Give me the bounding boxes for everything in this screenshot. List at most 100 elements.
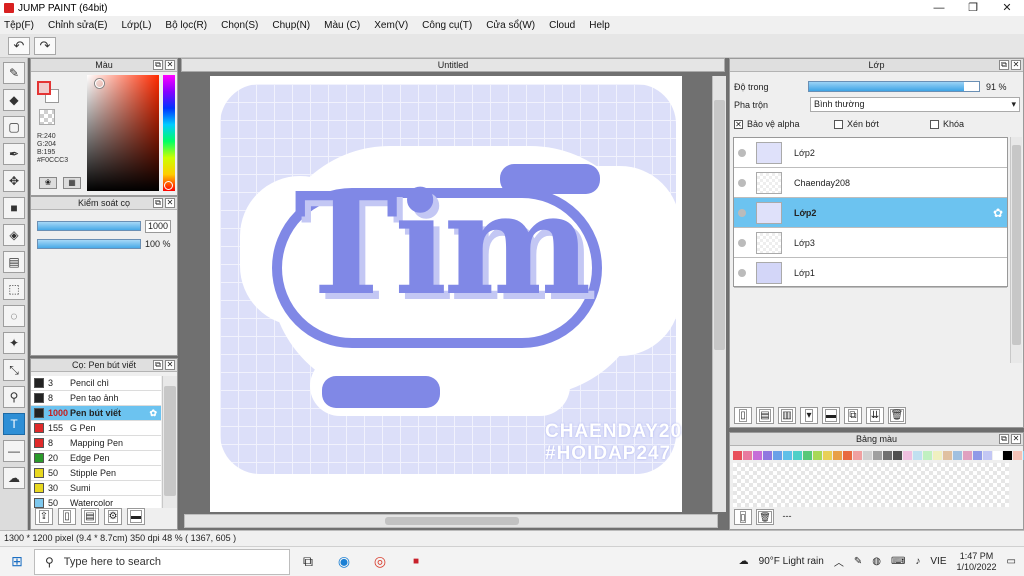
- keyboard-icon[interactable]: ⌨: [891, 556, 905, 567]
- hue-cursor[interactable]: [164, 181, 173, 190]
- layer-visibility-icon[interactable]: [738, 208, 746, 217]
- menu-color[interactable]: Màu (C): [324, 20, 360, 31]
- move-tool[interactable]: ✥: [3, 170, 25, 192]
- brush-item[interactable]: 50 Watercolor: [31, 496, 161, 508]
- brush-settings-icon[interactable]: ✿: [149, 408, 157, 419]
- edge-browser-icon[interactable]: ◉: [326, 548, 362, 576]
- bucket-tool[interactable]: ◈: [3, 224, 25, 246]
- layer-visibility-icon[interactable]: [738, 148, 746, 157]
- new-layer-button[interactable]: ▯: [734, 407, 752, 424]
- brush-opacity-slider[interactable]: [37, 239, 141, 249]
- menu-layer[interactable]: Lớp(L): [122, 20, 152, 31]
- brush-item[interactable]: 30 Sumi: [31, 481, 161, 496]
- brush-settings-button[interactable]: ⚙: [104, 508, 122, 525]
- foreground-color-swatch[interactable]: [37, 81, 51, 95]
- palette-swatch[interactable]: [993, 451, 1002, 460]
- palette-add-button[interactable]: ▯: [734, 509, 752, 525]
- layer-visibility-icon[interactable]: [738, 268, 746, 277]
- menu-file[interactable]: Tệp(F): [4, 20, 34, 31]
- color-set-button[interactable]: ▦: [63, 177, 81, 189]
- layer-visibility-icon[interactable]: [738, 238, 746, 247]
- windows-start-icon[interactable]: ⊞: [0, 553, 34, 570]
- palette-swatch[interactable]: [973, 451, 982, 460]
- layer-row[interactable]: Lớp2 ✿: [734, 198, 1007, 228]
- palette-swatch[interactable]: [1003, 451, 1012, 460]
- lasso-tool[interactable]: ◌: [3, 305, 25, 327]
- palette-swatch[interactable]: [773, 451, 782, 460]
- task-view-icon[interactable]: ⧉: [290, 548, 326, 576]
- panel-close-icon[interactable]: ✕: [1011, 434, 1021, 444]
- volume-icon[interactable]: ♪: [915, 556, 920, 567]
- pen-tray-icon[interactable]: ✎: [854, 556, 862, 567]
- palette-swatch[interactable]: [783, 451, 792, 460]
- blend-mode-select[interactable]: Bình thường ▾: [810, 97, 1020, 112]
- taskbar-search[interactable]: ⚲ Type here to search: [34, 548, 290, 575]
- color-picker-cursor[interactable]: [95, 79, 104, 88]
- close-button[interactable]: ✕: [990, 0, 1024, 16]
- menu-view[interactable]: Xem(V): [374, 20, 408, 31]
- canvas-horizontal-scrollbar[interactable]: [184, 514, 718, 528]
- menu-capture[interactable]: Chụp(N): [272, 20, 310, 31]
- menu-edit[interactable]: Chỉnh sửa(E): [48, 20, 108, 31]
- tray-chevron-up-icon[interactable]: ︿: [834, 554, 844, 569]
- taskbar-clock[interactable]: 1:47 PM 1/10/2022: [957, 551, 997, 573]
- palette-swatch[interactable]: [853, 451, 862, 460]
- notifications-icon[interactable]: ▭: [1007, 556, 1016, 567]
- layer-settings-icon[interactable]: ✿: [993, 206, 1003, 220]
- layer-list-scrollbar[interactable]: [1010, 137, 1022, 363]
- undock-icon[interactable]: ⧉: [999, 60, 1009, 70]
- maximize-button[interactable]: ❐: [956, 0, 990, 16]
- palette-swatch[interactable]: [753, 451, 762, 460]
- fill-rect-tool[interactable]: ■: [3, 197, 25, 219]
- brush-item[interactable]: 3 Pencil chì: [31, 376, 161, 391]
- palette-swatch[interactable]: [923, 451, 932, 460]
- line-tool[interactable]: —: [3, 440, 25, 462]
- chrome-browser-icon[interactable]: ◎: [362, 548, 398, 576]
- panel-close-icon[interactable]: ✕: [165, 198, 175, 208]
- pen-tool[interactable]: ✒: [3, 143, 25, 165]
- input-language[interactable]: VIE: [930, 556, 946, 567]
- network-icon[interactable]: ◍: [872, 556, 881, 567]
- palette-swatch[interactable]: [883, 451, 892, 460]
- undock-icon[interactable]: ⧉: [999, 434, 1009, 444]
- lock-checkbox[interactable]: [930, 120, 939, 130]
- brush-menu-button[interactable]: ▤: [81, 508, 99, 525]
- brush-upload-button[interactable]: ⇪: [35, 508, 53, 525]
- clipping-option[interactable]: Xén bớt: [834, 119, 879, 130]
- saturation-value-picker[interactable]: [87, 75, 159, 191]
- palette-swatch[interactable]: [1013, 451, 1022, 460]
- undock-icon[interactable]: ⧉: [153, 360, 163, 370]
- brush-item[interactable]: 8 Mapping Pen: [31, 436, 161, 451]
- hue-slider[interactable]: [163, 75, 175, 191]
- menu-filter[interactable]: Bộ lọc(R): [165, 20, 207, 31]
- text-tool[interactable]: T: [3, 413, 25, 435]
- weather-text[interactable]: 90°F Light rain: [759, 556, 824, 567]
- brush-tool[interactable]: ✎: [3, 62, 25, 84]
- layer-row[interactable]: Lớp1: [734, 258, 1007, 288]
- jump-paint-taskbar-icon[interactable]: ■: [398, 548, 434, 576]
- palette-swatch[interactable]: [803, 451, 812, 460]
- menu-window[interactable]: Cửa sổ(W): [486, 20, 535, 31]
- color-wheel-button[interactable]: ❀: [39, 177, 57, 189]
- clipping-checkbox[interactable]: [834, 120, 843, 130]
- new-folder-button[interactable]: ▬: [822, 407, 840, 424]
- canvas-vscroll-thumb[interactable]: [714, 100, 725, 350]
- protect-alpha-option[interactable]: ✕ Bảo vệ alpha: [734, 119, 800, 130]
- brush-item[interactable]: 50 Stipple Pen: [31, 466, 161, 481]
- rect-select-tool[interactable]: ▢: [3, 116, 25, 138]
- document-tab[interactable]: Untitled: [181, 58, 725, 72]
- palette-swatch[interactable]: [743, 451, 752, 460]
- layer-dropdown-button[interactable]: ▾: [800, 407, 818, 424]
- marquee-tool[interactable]: ⬚: [3, 278, 25, 300]
- duplicate-layer-button[interactable]: ⧉: [844, 407, 862, 424]
- layer-visibility-icon[interactable]: [738, 178, 746, 187]
- palette-swatch[interactable]: [863, 451, 872, 460]
- undock-icon[interactable]: ⧉: [153, 60, 163, 70]
- palette-swatch[interactable]: [953, 451, 962, 460]
- palette-empty-area[interactable]: [733, 463, 1009, 507]
- layer-row[interactable]: Lớp2: [734, 138, 1007, 168]
- menu-help[interactable]: Help: [589, 20, 610, 31]
- panel-close-icon[interactable]: ✕: [1011, 60, 1021, 70]
- canvas-hscroll-thumb[interactable]: [385, 517, 519, 525]
- palette-swatch[interactable]: [813, 451, 822, 460]
